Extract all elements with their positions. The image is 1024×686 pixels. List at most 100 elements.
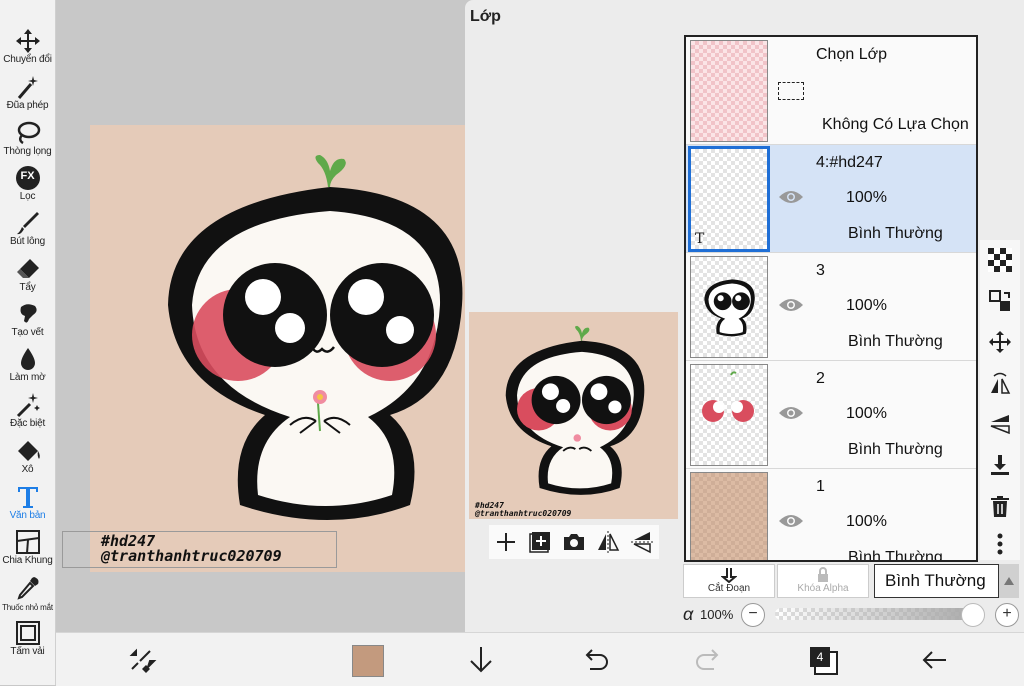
tool-label: Văn bản xyxy=(9,510,46,521)
tool-eraser[interactable]: Tẩy xyxy=(0,254,55,298)
tool-lasso[interactable]: Thòng lọng xyxy=(0,118,55,162)
frame-divider-icon xyxy=(15,530,40,554)
tool-label: Tẩy xyxy=(19,282,36,293)
layer-name: 2 xyxy=(816,370,825,387)
lock-icon xyxy=(818,567,828,582)
tool-frame-divider[interactable]: Chia Khung xyxy=(0,527,55,571)
selection-thumbnail xyxy=(690,40,768,142)
eye-visibility-icon[interactable] xyxy=(778,511,804,531)
clipping-button[interactable]: Cắt Đoạn xyxy=(683,564,775,598)
layer-opacity: 100% xyxy=(846,513,887,530)
text-layer-box[interactable]: #hd247 @tranthanhtruc020709 xyxy=(62,531,337,568)
layer-name: 3 xyxy=(816,262,825,279)
tool-brush[interactable]: Bút lông xyxy=(0,208,55,252)
checkerboard-icon[interactable] xyxy=(988,248,1012,272)
tool-label: Thòng lọng xyxy=(3,146,52,157)
layer-list[interactable]: Chọn Lớp Không Có Lựa Chọn T 4:#hd247 10… xyxy=(684,35,978,562)
layer-row[interactable]: 3 100% Bình Thường xyxy=(686,253,976,361)
layer-opacity: 100% xyxy=(846,189,887,206)
transform-layer-icon[interactable] xyxy=(988,289,1012,313)
alpha-lock-button[interactable]: Khóa Alpha xyxy=(777,564,869,598)
tool-magic-wand[interactable]: Đũa phép xyxy=(0,72,55,116)
selection-status: Không Có Lựa Chọn xyxy=(822,116,969,133)
tool-bucket[interactable]: Xô xyxy=(0,436,55,480)
tool-blur[interactable]: Làm mờ xyxy=(0,344,55,388)
move-layer-icon[interactable] xyxy=(988,330,1012,354)
tool-label: Bút lông xyxy=(9,236,46,247)
opacity-slider[interactable] xyxy=(775,603,985,627)
tool-filter[interactable]: FX Lọc xyxy=(0,163,55,207)
back-arrow-icon[interactable] xyxy=(918,643,952,677)
preview-illustration xyxy=(505,325,645,495)
layer-name: 1 xyxy=(816,478,825,495)
undo-icon[interactable] xyxy=(578,643,612,677)
bottom-bar: 4 xyxy=(56,632,1024,686)
blend-mode-value: Bình Thường xyxy=(885,571,986,590)
layer-row[interactable]: 2 100% Bình Thường xyxy=(686,361,976,469)
camera-icon[interactable] xyxy=(561,529,587,555)
layer-thumbnail: T xyxy=(688,146,770,252)
fx-badge: FX xyxy=(20,170,35,182)
blend-mode-select[interactable]: Bình Thường xyxy=(874,564,999,598)
selection-layer[interactable]: Chọn Lớp Không Có Lựa Chọn xyxy=(686,37,976,145)
more-options-icon[interactable] xyxy=(988,532,1012,556)
tool-label: Đũa phép xyxy=(6,100,49,111)
layer-row[interactable]: T 4:#hd247 100% Bình Thường xyxy=(686,145,976,253)
tool-label: Đặc biệt xyxy=(9,418,46,429)
tool-text[interactable]: Văn bản xyxy=(0,482,55,526)
tool-label: Lọc xyxy=(19,191,36,202)
layer-thumbnail xyxy=(690,472,768,560)
opacity-plus-button[interactable]: + xyxy=(995,603,1019,627)
layer-thumbnail xyxy=(690,256,768,358)
flip-vertical-icon[interactable] xyxy=(629,529,655,555)
bucket-icon xyxy=(17,441,40,461)
flip-layer-vertical-icon[interactable] xyxy=(988,412,1012,436)
eye-visibility-icon[interactable] xyxy=(778,187,804,207)
tool-label: Xô xyxy=(21,464,34,475)
opacity-slider-thumb[interactable] xyxy=(961,603,985,627)
tool-eyedropper[interactable]: Thuốc nhỏ mắt xyxy=(0,573,55,617)
panel-title: Lớp xyxy=(470,8,501,25)
layer-panel: Lớp #hd247 @tranthanhtruc020709 Chọn Lớp… xyxy=(465,0,1024,632)
tool-transform[interactable]: Chuyển đổi xyxy=(0,26,55,70)
alpha-symbol: α xyxy=(683,604,694,624)
eye-visibility-icon[interactable] xyxy=(778,403,804,423)
tool-canvas[interactable]: Tấm vải xyxy=(0,618,55,662)
add-layer-icon[interactable] xyxy=(493,529,519,555)
merge-down-icon[interactable] xyxy=(988,453,1012,477)
arrow-down-icon[interactable] xyxy=(464,643,498,677)
opacity-minus-button[interactable]: − xyxy=(741,603,765,627)
layer-properties: Cắt Đoạn Khóa Alpha Bình Thường α 100% −… xyxy=(683,564,1024,632)
smudge-icon xyxy=(20,304,37,323)
tool-special[interactable]: Đặc biệt xyxy=(0,390,55,434)
selection-marquee-icon xyxy=(778,82,804,100)
move-icon xyxy=(15,29,40,53)
watermark-line2: @tranthanhtruc020709 xyxy=(101,547,282,565)
tool-sidebar: Chuyển đổi Đũa phép Thòng lọng FX Lọc Bú… xyxy=(0,0,56,685)
layer-blend-mode: Bình Thường xyxy=(848,441,943,458)
selection-layer-title: Chọn Lớp xyxy=(816,46,887,63)
add-layer-copy-icon[interactable] xyxy=(527,529,553,555)
flip-horizontal-icon[interactable] xyxy=(595,529,621,555)
clip-arrow-icon xyxy=(721,568,737,583)
brush-icon xyxy=(16,212,39,235)
brush-settings-icon[interactable] xyxy=(126,643,160,677)
trash-icon[interactable] xyxy=(988,494,1012,518)
layer-thumbnail xyxy=(690,364,768,466)
blend-mode-dropdown[interactable] xyxy=(999,564,1019,598)
eraser-icon xyxy=(16,259,39,278)
layers-button[interactable]: 4 xyxy=(808,645,838,675)
layer-action-bar xyxy=(489,525,659,559)
lasso-icon xyxy=(17,121,40,145)
color-swatch[interactable] xyxy=(352,645,384,677)
tool-smudge[interactable]: Tạo vết xyxy=(0,299,55,343)
canvas-icon xyxy=(15,621,40,645)
layer-blend-mode: Bình Thường xyxy=(848,225,943,242)
redo-icon[interactable] xyxy=(692,643,726,677)
layer-count-badge: 4 xyxy=(810,647,830,667)
layer-row[interactable]: 1 100% Bình Thường xyxy=(686,469,976,560)
tool-label: Chia Khung xyxy=(2,555,53,566)
layer-blend-mode: Bình Thường xyxy=(848,333,943,350)
eye-visibility-icon[interactable] xyxy=(778,295,804,315)
flip-layer-horizontal-icon[interactable] xyxy=(988,371,1012,395)
